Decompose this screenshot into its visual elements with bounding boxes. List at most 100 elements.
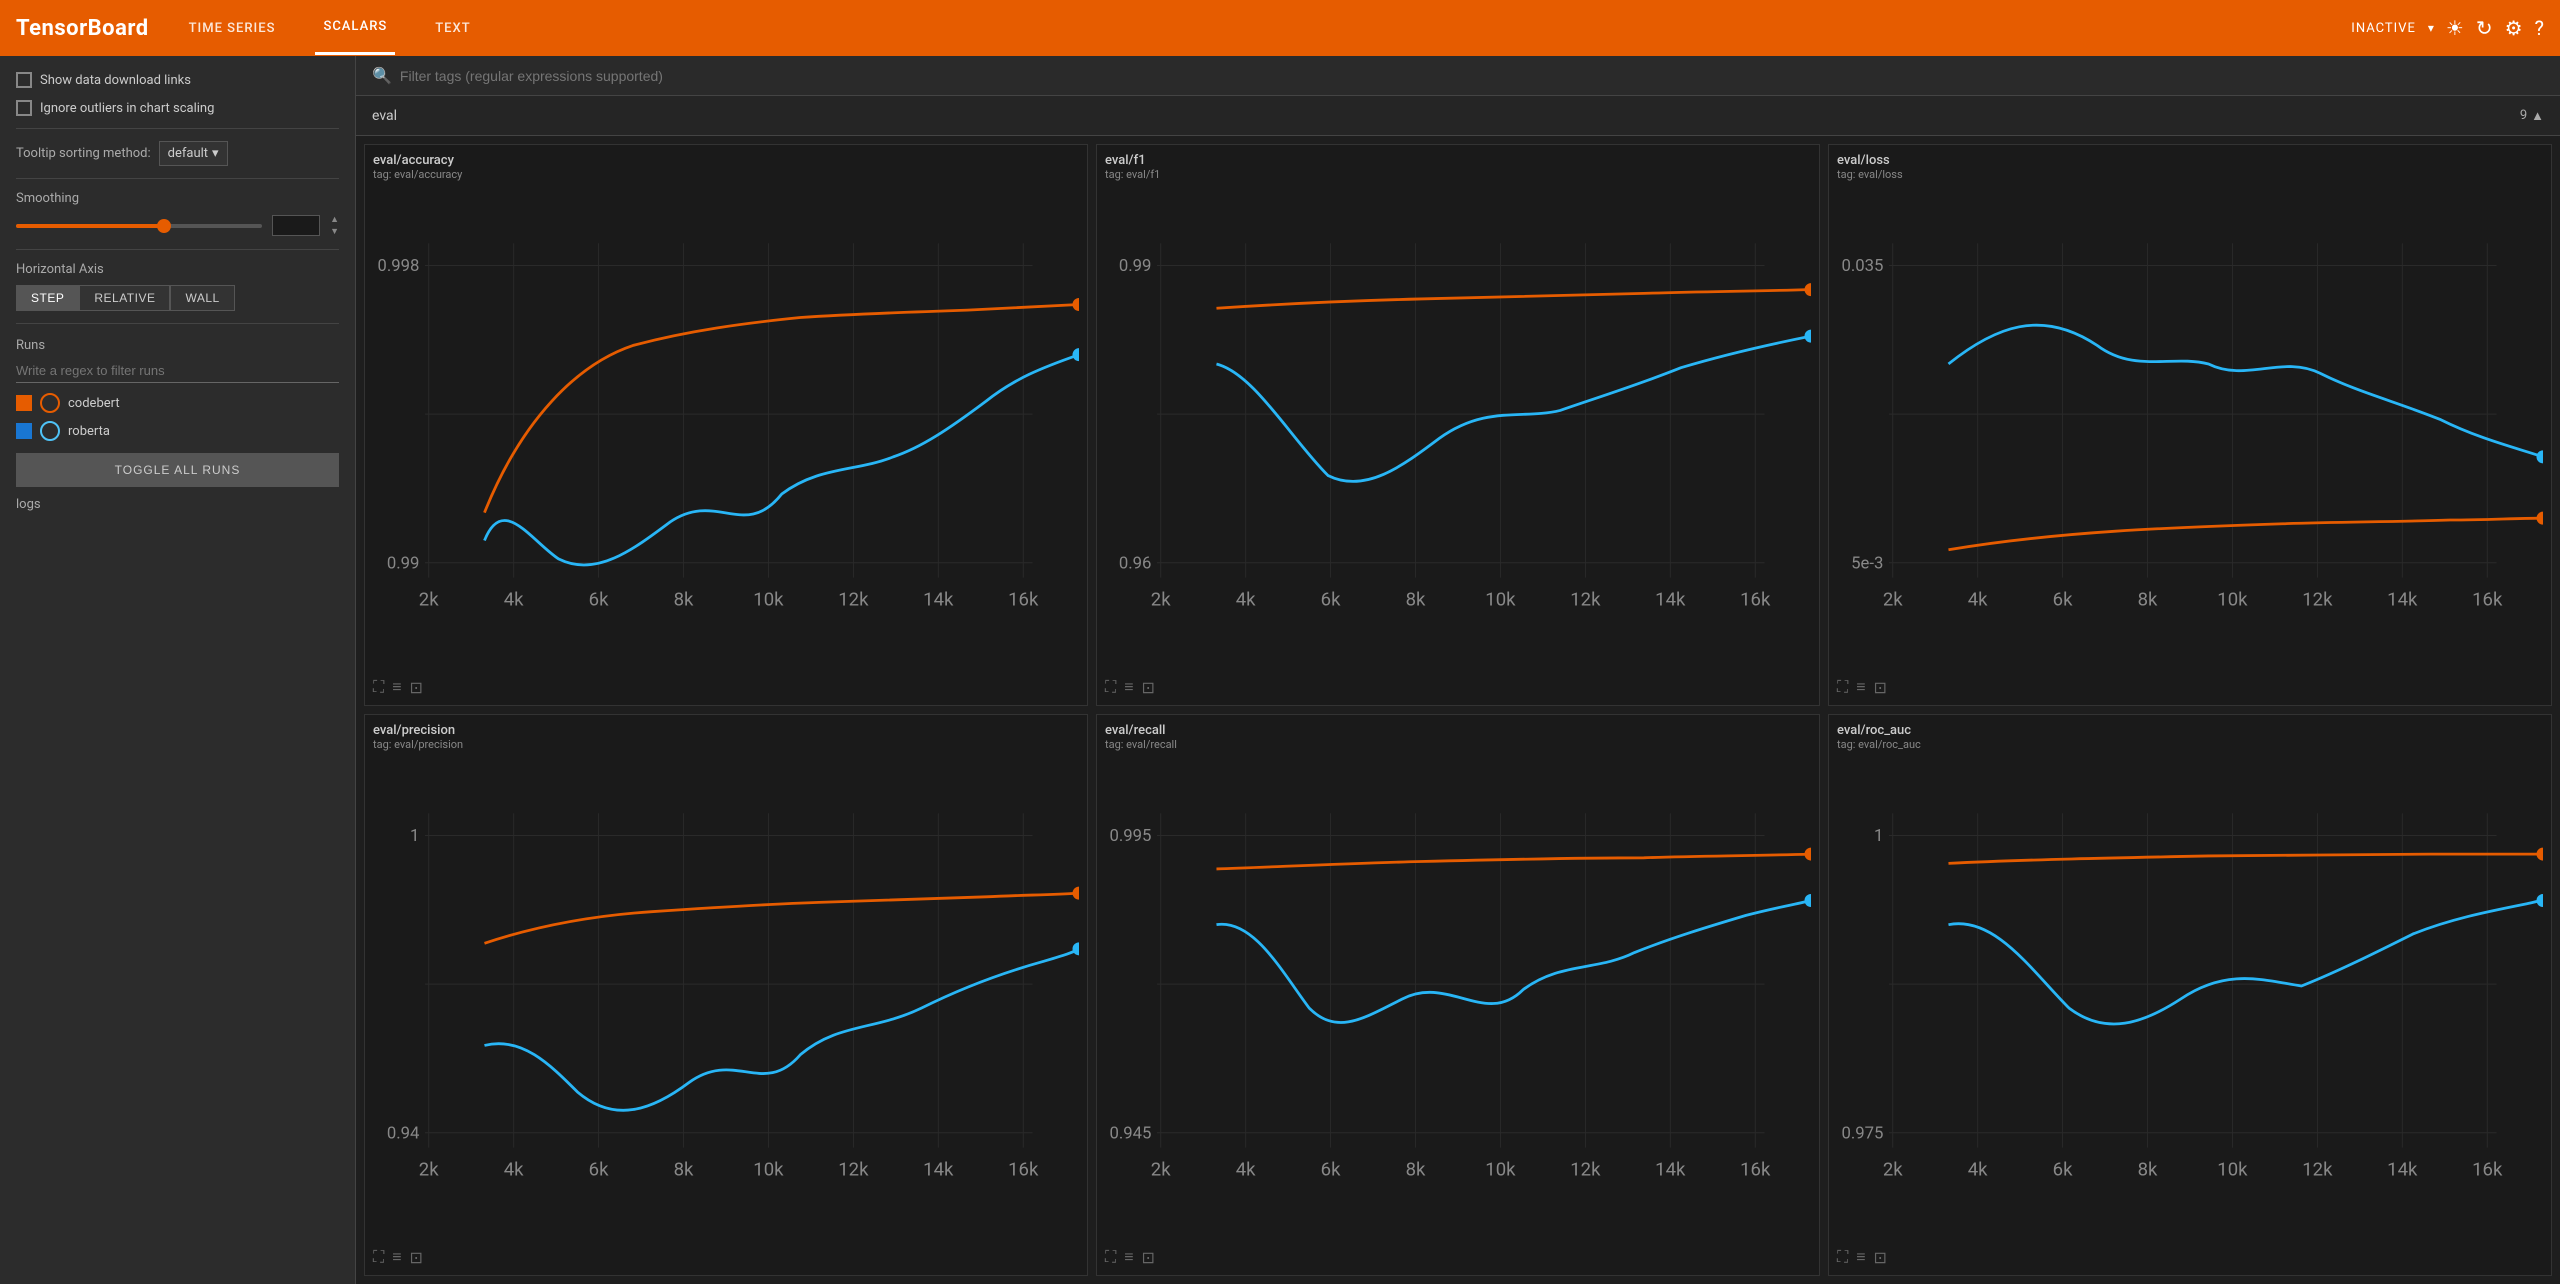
chart-toolbar-3: ⛶ ≡ ⊡	[373, 1243, 1079, 1267]
nav-time-series[interactable]: TIME SERIES	[181, 3, 284, 54]
brightness-icon[interactable]: ☀	[2446, 16, 2464, 40]
chart-subtitle-1: tag: eval/f1	[1105, 168, 1811, 181]
logo: TensorBoard	[16, 16, 149, 41]
expand-icon-5[interactable]: ⛶	[1837, 1247, 1848, 1267]
chart-area-4: 0.9950.945 2k4k6k8k10k12k14k16k	[1105, 755, 1811, 1243]
list-icon-1[interactable]: ≡	[1124, 677, 1133, 697]
svg-text:10k: 10k	[753, 589, 784, 611]
show-download-checkbox[interactable]	[16, 72, 32, 88]
svg-text:2k: 2k	[1151, 589, 1171, 611]
svg-text:0.99: 0.99	[1119, 256, 1152, 276]
axis-step-button[interactable]: STEP	[16, 285, 79, 311]
svg-text:0.995: 0.995	[1109, 826, 1151, 846]
run-checkbox-roberta[interactable]	[16, 423, 32, 439]
tooltip-row: Tooltip sorting method: default ▾	[16, 141, 339, 166]
smoothing-row: 0.6 ▲ ▼	[16, 214, 339, 237]
smoothing-down-icon[interactable]: ▼	[330, 226, 339, 237]
chart-title-0: eval/accuracy	[373, 153, 1079, 168]
search-input[interactable]	[400, 68, 2544, 84]
section-header: eval 9 ▲	[356, 96, 2560, 136]
fit-icon-3[interactable]: ⊡	[410, 1248, 423, 1267]
smoothing-value-input[interactable]: 0.6	[272, 215, 320, 236]
list-icon-2[interactable]: ≡	[1856, 677, 1865, 697]
chart-card-4: eval/recall tag: eval/recall 0.9950.945 …	[1096, 714, 1820, 1276]
chart-toolbar-2: ⛶ ≡ ⊡	[1837, 673, 2543, 697]
chart-subtitle-0: tag: eval/accuracy	[373, 168, 1079, 181]
divider-1	[16, 128, 339, 129]
chart-area-3: 10.94 2k4k6k8k10k12k14k16k	[373, 755, 1079, 1243]
svg-text:10k: 10k	[753, 1159, 784, 1181]
fit-icon-2[interactable]: ⊡	[1874, 678, 1887, 697]
run-item-codebert: codebert	[16, 393, 339, 413]
nav-text[interactable]: TEXT	[427, 3, 478, 54]
section-collapse-icon[interactable]: ▲	[2531, 108, 2544, 124]
svg-text:16k: 16k	[2472, 1159, 2503, 1181]
list-icon-0[interactable]: ≡	[392, 677, 401, 697]
help-icon[interactable]: ?	[2535, 16, 2544, 40]
run-name-roberta: roberta	[68, 424, 110, 439]
fit-icon-0[interactable]: ⊡	[410, 678, 423, 697]
header-right: INACTIVE ▾ ☀ ↻ ⚙ ?	[2351, 16, 2544, 40]
axis-buttons: STEP RELATIVE WALL	[16, 285, 339, 311]
smoothing-slider-thumb[interactable]	[157, 219, 171, 233]
expand-icon-0[interactable]: ⛶	[373, 677, 384, 697]
chart-toolbar-4: ⛶ ≡ ⊡	[1105, 1243, 1811, 1267]
chart-area-1: 0.990.96 2k4k6k8k10k12k14k16k	[1105, 185, 1811, 673]
svg-text:10k: 10k	[2217, 589, 2248, 611]
divider-4	[16, 323, 339, 324]
svg-text:2k: 2k	[419, 1159, 439, 1181]
expand-icon-3[interactable]: ⛶	[373, 1247, 384, 1267]
fit-icon-5[interactable]: ⊡	[1874, 1248, 1887, 1267]
svg-text:4k: 4k	[504, 1159, 524, 1181]
settings-icon[interactable]: ⚙	[2505, 16, 2523, 40]
nav-scalars[interactable]: SCALARS	[315, 1, 395, 55]
smoothing-up-icon[interactable]: ▲	[330, 214, 339, 225]
run-checkbox-codebert[interactable]	[16, 395, 32, 411]
toggle-all-runs-button[interactable]: TOGGLE ALL RUNS	[16, 453, 339, 487]
chart-area-2: 0.0355e-3 2k4k6k8k10k12k14k16k	[1837, 185, 2543, 673]
smoothing-stepper[interactable]: ▲ ▼	[330, 214, 339, 237]
smoothing-slider-fill	[16, 224, 164, 228]
svg-text:6k: 6k	[2053, 589, 2073, 611]
fit-icon-1[interactable]: ⊡	[1142, 678, 1155, 697]
svg-text:6k: 6k	[1321, 1159, 1341, 1181]
svg-text:6k: 6k	[589, 589, 609, 611]
svg-text:6k: 6k	[2053, 1159, 2073, 1181]
svg-text:0.998: 0.998	[377, 256, 419, 276]
tooltip-label: Tooltip sorting method:	[16, 146, 151, 161]
expand-icon-2[interactable]: ⛶	[1837, 677, 1848, 697]
svg-text:4k: 4k	[1968, 1159, 1988, 1181]
expand-icon-1[interactable]: ⛶	[1105, 677, 1116, 697]
chart-toolbar-5: ⛶ ≡ ⊡	[1837, 1243, 2543, 1267]
svg-text:4k: 4k	[1236, 1159, 1256, 1181]
tooltip-select[interactable]: default ▾	[159, 141, 228, 166]
list-icon-3[interactable]: ≡	[392, 1247, 401, 1267]
tooltip-value: default	[168, 146, 208, 161]
run-name-codebert: codebert	[68, 396, 120, 411]
search-icon: 🔍	[372, 66, 392, 85]
svg-text:6k: 6k	[1321, 589, 1341, 611]
axis-relative-button[interactable]: RELATIVE	[79, 285, 170, 311]
fit-icon-4[interactable]: ⊡	[1142, 1248, 1155, 1267]
svg-text:2k: 2k	[1883, 1159, 1903, 1181]
chart-card-1: eval/f1 tag: eval/f1 0.990.96 2k4k6k8k10…	[1096, 144, 1820, 706]
list-icon-4[interactable]: ≡	[1124, 1247, 1133, 1267]
chart-toolbar-1: ⛶ ≡ ⊡	[1105, 673, 1811, 697]
status-dropdown-icon[interactable]: ▾	[2428, 21, 2434, 35]
refresh-icon[interactable]: ↻	[2476, 16, 2493, 40]
ignore-outliers-row: Ignore outliers in chart scaling	[16, 100, 339, 116]
chart-card-3: eval/precision tag: eval/precision 10.94…	[364, 714, 1088, 1276]
list-icon-5[interactable]: ≡	[1856, 1247, 1865, 1267]
ignore-outliers-checkbox[interactable]	[16, 100, 32, 116]
logs-label: logs	[16, 497, 339, 512]
svg-text:16k: 16k	[1740, 589, 1771, 611]
svg-text:1: 1	[1874, 826, 1883, 846]
smoothing-slider-track[interactable]	[16, 224, 262, 228]
chart-subtitle-4: tag: eval/recall	[1105, 738, 1811, 751]
expand-icon-4[interactable]: ⛶	[1105, 1247, 1116, 1267]
runs-filter-input[interactable]	[16, 359, 339, 383]
chart-svg-2: 0.0355e-3 2k4k6k8k10k12k14k16k	[1837, 185, 2543, 673]
svg-text:12k: 12k	[1570, 1159, 1601, 1181]
axis-wall-button[interactable]: WALL	[170, 285, 234, 311]
chart-area-5: 10.975 2k4k6k8k10k12k14k16k	[1837, 755, 2543, 1243]
